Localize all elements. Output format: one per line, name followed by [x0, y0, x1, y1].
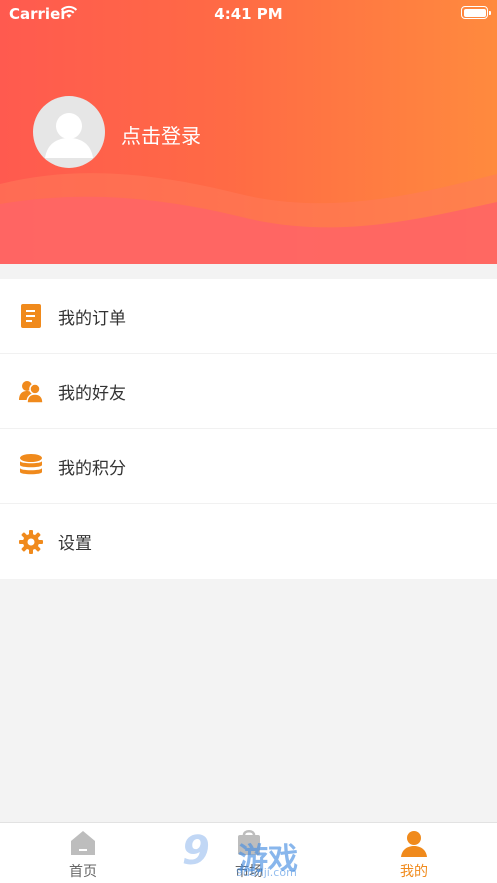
profile-icon [401, 831, 427, 857]
profile-header: Carrier 4:41 PM 点击登录 [0, 0, 497, 264]
menu-item-points[interactable]: 我的积分 [0, 429, 497, 504]
tab-profile[interactable]: 我的 [354, 823, 474, 883]
menu-item-label: 我的订单 [58, 308, 126, 329]
battery-icon [461, 6, 491, 19]
status-bar: Carrier 4:41 PM [0, 0, 497, 26]
tab-label: 我的 [400, 864, 428, 880]
menu-item-settings[interactable]: 设置 [0, 504, 497, 579]
watermark-number: 9 [182, 828, 210, 874]
menu-item-label: 我的好友 [58, 383, 126, 404]
header-wave [0, 173, 497, 264]
avatar-placeholder-icon [45, 113, 93, 158]
watermark-url: 9danji.com [236, 866, 297, 879]
points-icon [20, 454, 42, 475]
friends-icon [19, 381, 44, 404]
status-time: 4:41 PM [214, 5, 283, 23]
avatar[interactable] [33, 96, 105, 168]
menu-item-label: 我的积分 [58, 458, 126, 479]
gear-icon [19, 529, 43, 554]
login-link[interactable]: 点击登录 [121, 120, 201, 149]
menu-item-label: 设置 [58, 534, 92, 554]
home-icon [71, 831, 95, 855]
tab-label: 首页 [69, 864, 97, 880]
menu-list: 我的订单 我的好友 我的积分 设置 [0, 279, 497, 579]
menu-item-friends[interactable]: 我的好友 [0, 354, 497, 429]
menu-item-orders[interactable]: 我的订单 [0, 279, 497, 354]
order-icon [21, 304, 41, 328]
tab-home[interactable]: 首页 [23, 823, 143, 883]
watermark: 9 游戏 9danji.com [180, 828, 320, 879]
